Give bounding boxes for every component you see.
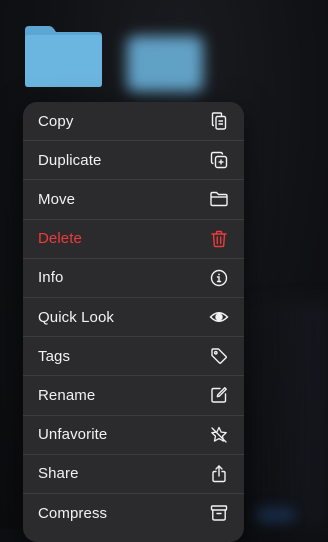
menu-item-label: Rename (38, 386, 96, 404)
menu-item-info[interactable]: Info (23, 259, 244, 298)
menu-item-label: Compress (38, 504, 108, 522)
copy-icon (209, 111, 229, 131)
menu-item-label: Duplicate (38, 151, 102, 169)
menu-item-duplicate[interactable]: Duplicate (23, 141, 244, 181)
archive-box-icon (209, 503, 229, 523)
menu-item-quick-look[interactable]: Quick Look (23, 298, 244, 338)
background-hint (255, 507, 295, 523)
menu-item-delete[interactable]: Delete (23, 220, 244, 259)
menu-item-unfavorite[interactable]: Unfavorite (23, 416, 244, 455)
duplicate-icon (209, 150, 229, 170)
menu-item-tags[interactable]: Tags (23, 337, 244, 377)
menu-item-move[interactable]: Move (23, 180, 244, 220)
background-glow (238, 300, 328, 529)
info-icon (209, 268, 229, 288)
share-icon (209, 464, 229, 484)
menu-item-copy[interactable]: Copy (23, 102, 244, 142)
menu-item-label: Move (38, 190, 76, 208)
tag-icon (209, 346, 229, 366)
eye-icon (209, 307, 229, 327)
menu-item-share[interactable]: Share (23, 455, 244, 494)
menu-item-label: Quick Look (38, 308, 115, 326)
pencil-square-icon (209, 385, 229, 405)
menu-item-label: Delete (38, 230, 82, 248)
menu-item-label: Copy (38, 112, 74, 130)
menu-item-label: Tags (38, 347, 71, 365)
trash-icon (209, 229, 229, 249)
selected-folder-icon[interactable] (23, 24, 104, 88)
menu-item-label: Share (38, 465, 79, 483)
menu-item-rename[interactable]: Rename (23, 376, 244, 416)
menu-item-label: Info (38, 269, 64, 287)
blurred-folder-icon (127, 36, 203, 92)
menu-item-compress[interactable]: Compress (23, 494, 244, 533)
menu-item-label: Unfavorite (38, 426, 108, 444)
context-menu: Copy Duplicate Move Delete Info Quick Lo… (23, 102, 244, 542)
star-slash-icon (209, 425, 229, 445)
folder-icon (209, 189, 229, 209)
